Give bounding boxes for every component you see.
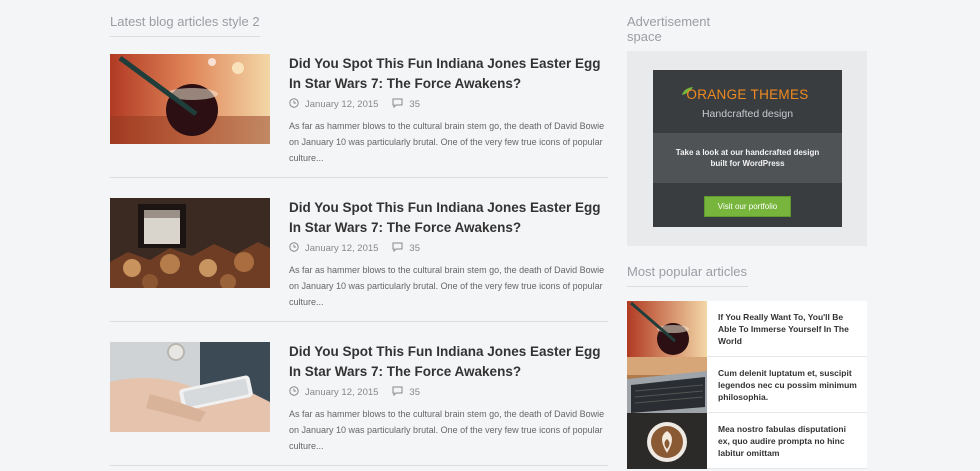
visit-portfolio-button[interactable]: Visit our portfolio (704, 196, 791, 217)
article-title-link[interactable]: Did You Spot This Fun Indiana Jones East… (289, 342, 608, 382)
article-divider (110, 321, 608, 322)
popular-list-item[interactable]: Mea nostro fabulas disputationi ex, quo … (627, 413, 867, 469)
article-date: January 12, 2015 (305, 387, 379, 398)
glass-with-straw-photo[interactable] (627, 301, 707, 357)
comment-count[interactable]: 35 (409, 387, 420, 398)
comment-icon (392, 386, 403, 399)
clock-icon (289, 242, 299, 255)
article-meta: January 12, 2015 35 (289, 386, 420, 399)
article-meta: January 12, 2015 35 (289, 98, 420, 111)
article-excerpt: As far as hammer blows to the cultural b… (289, 409, 605, 451)
article-card: Did You Spot This Fun Indiana Jones East… (110, 198, 608, 342)
ad-brand-logo: ORANGE THEMES (686, 87, 809, 102)
article-title-link[interactable]: Did You Spot This Fun Indiana Jones East… (289, 54, 608, 94)
ad-container: ORANGE THEMES Handcrafted design Take a … (627, 51, 867, 246)
blog-section-title: Latest blog articles style 2 (110, 14, 260, 37)
popular-article-title[interactable]: If You Really Want To, You'll Be Able To… (718, 311, 858, 347)
popular-article-title[interactable]: Mea nostro fabulas disputationi ex, quo … (718, 423, 858, 459)
article-excerpt: As far as hammer blows to the cultural b… (289, 265, 605, 307)
article-date: January 12, 2015 (305, 243, 379, 254)
article-divider (110, 177, 608, 178)
article-meta: January 12, 2015 35 (289, 242, 420, 255)
laptop-keyboard-photo[interactable] (627, 357, 707, 413)
latte-art-photo[interactable] (627, 413, 707, 469)
article-date: January 12, 2015 (305, 99, 379, 110)
ad-promo-text: Take a look at our handcrafted design bu… (675, 148, 820, 168)
hand-with-phone-photo[interactable] (110, 342, 270, 432)
comment-icon (392, 242, 403, 255)
article-title-link[interactable]: Did You Spot This Fun Indiana Jones East… (289, 198, 608, 238)
clock-icon (289, 386, 299, 399)
ad-section-title: Advertisement space (627, 14, 747, 52)
comment-icon (392, 98, 403, 111)
article-card: Did You Spot This Fun Indiana Jones East… (110, 54, 608, 198)
popular-list-item[interactable]: If You Really Want To, You'll Be Able To… (627, 301, 867, 357)
ad-banner[interactable]: ORANGE THEMES Handcrafted design Take a … (653, 70, 842, 227)
article-excerpt: As far as hammer blows to the cultural b… (289, 121, 605, 163)
glass-with-straw-photo[interactable] (110, 54, 270, 144)
article-card: Did You Spot This Fun Indiana Jones East… (110, 342, 608, 471)
popular-article-title[interactable]: Cum delenit luptatum et, suscipit legend… (718, 367, 858, 403)
comment-count[interactable]: 35 (409, 243, 420, 254)
popular-section-title: Most popular articles (627, 264, 748, 287)
popular-list-item[interactable]: Cum delenit luptatum et, suscipit legend… (627, 357, 867, 413)
article-divider (110, 465, 608, 466)
comment-count[interactable]: 35 (409, 99, 420, 110)
clock-icon (289, 98, 299, 111)
firewood-stack-photo[interactable] (110, 198, 270, 288)
ad-tagline: Handcrafted design (701, 108, 794, 120)
